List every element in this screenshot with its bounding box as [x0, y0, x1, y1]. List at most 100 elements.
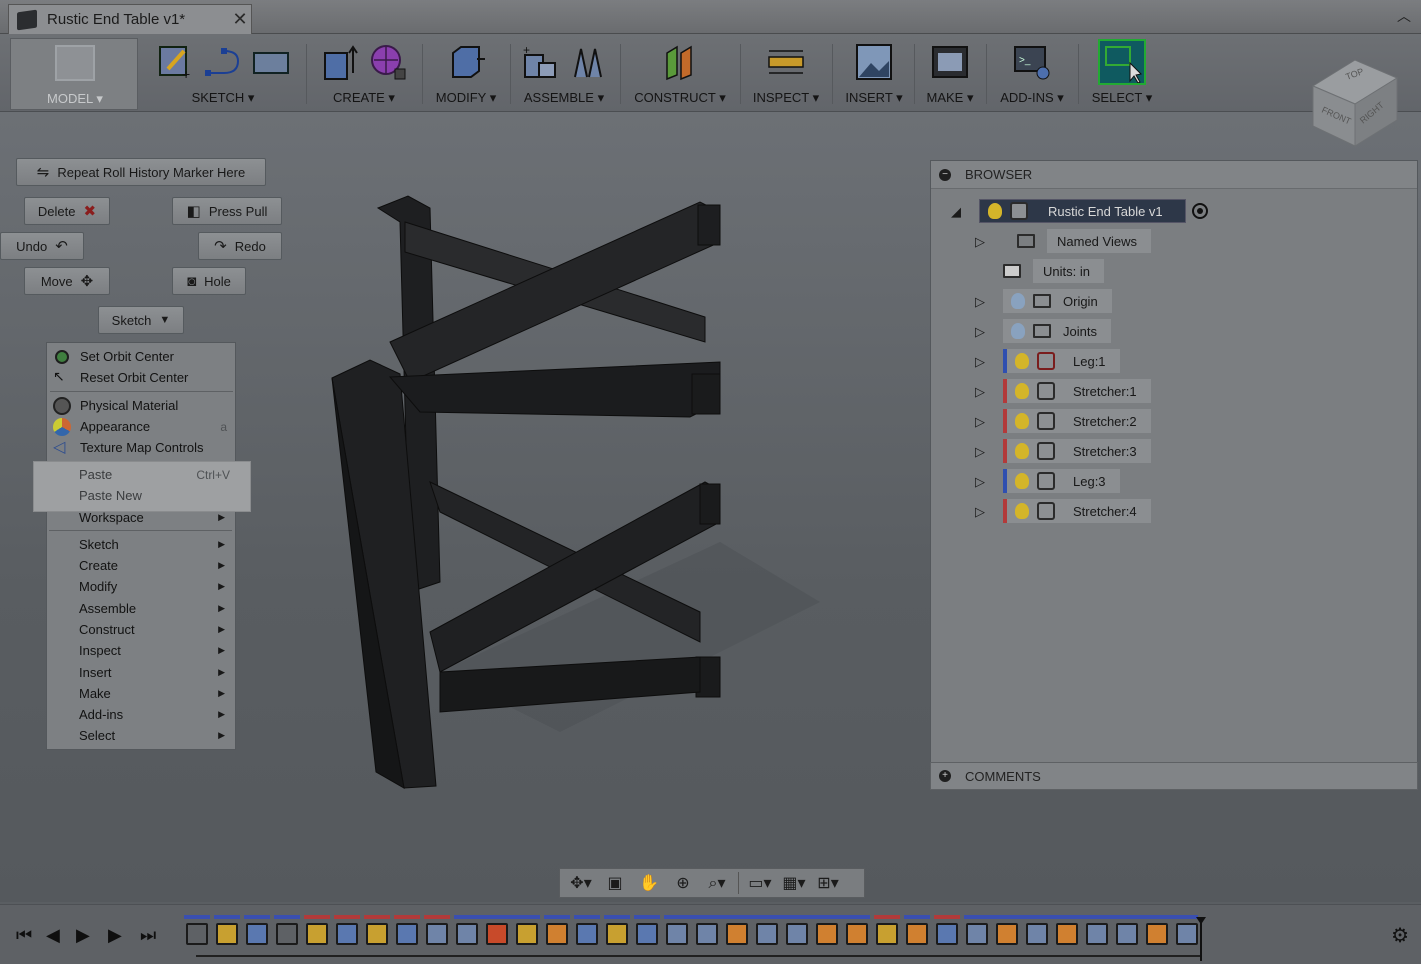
browser-node-joints[interactable]: ▷ Joints [975, 319, 1111, 343]
display-settings-icon[interactable]: ▭▾ [747, 873, 773, 893]
timeline-feature-as-built-joint[interactable] [726, 923, 748, 945]
pan-hand-icon[interactable]: ✋ [636, 873, 662, 893]
timeline-feature-joint[interactable] [756, 923, 778, 945]
line-icon[interactable] [204, 43, 242, 81]
timeline-feature-copy[interactable] [666, 923, 688, 945]
timeline-feature-component[interactable] [276, 923, 298, 945]
press-pull-button[interactable]: ◧ Press Pull [172, 197, 282, 225]
browser-node-leg-3[interactable]: ▷ Leg:3 [975, 469, 1120, 493]
repeat-roll-history-button[interactable]: ⇋ Repeat Roll History Marker Here [16, 158, 266, 186]
insert-group[interactable]: INSERT ▾ [838, 38, 910, 110]
browser-root-node[interactable]: ◢ Rustic End Table v1 [951, 199, 1208, 223]
timeline-feature-joint[interactable] [1086, 923, 1108, 945]
move-button[interactable]: Move ✥ [24, 267, 110, 295]
timeline-feature-extrude[interactable] [336, 923, 358, 945]
workspace-switcher-model[interactable]: MODEL ▾ [10, 38, 138, 110]
collapse-triangle-icon[interactable]: ◢ [951, 204, 965, 219]
look-at-icon[interactable]: ▣ [602, 873, 628, 893]
play-icon[interactable]: ▶ [108, 925, 122, 946]
visibility-bulb-icon[interactable] [1015, 353, 1029, 369]
sketch-group[interactable]: + SKETCH ▾ [148, 38, 298, 110]
close-tab-icon[interactable]: ✕ [229, 9, 251, 30]
timeline-feature-extrude[interactable] [636, 923, 658, 945]
modify-group[interactable]: MODIFY ▾ [428, 38, 504, 110]
timeline-feature-as-built-joint[interactable] [816, 923, 838, 945]
construct-group[interactable]: CONSTRUCT ▾ [628, 38, 732, 110]
timeline-feature-extrude[interactable] [936, 923, 958, 945]
undo-button[interactable]: Undo ↶ [0, 232, 84, 260]
timeline-feature-joint[interactable] [1176, 923, 1198, 945]
timeline-marker-handle[interactable] [1196, 917, 1206, 961]
document-tab[interactable]: Rustic End Table v1* ✕ [8, 4, 252, 34]
comments-panel[interactable]: + COMMENTS [930, 762, 1418, 790]
scripts-icon[interactable]: >_ [1013, 43, 1051, 81]
timeline-feature-copy[interactable] [966, 923, 988, 945]
fit-zoom-icon[interactable]: ⌕▾ [704, 873, 730, 893]
timeline-settings-gear-icon[interactable]: ⚙ [1391, 923, 1409, 948]
timeline-feature-extrude[interactable] [246, 923, 268, 945]
expand-triangle-icon[interactable]: ▷ [975, 384, 989, 399]
timeline-feature-sketch[interactable] [606, 923, 628, 945]
timeline-feature-copy[interactable] [1116, 923, 1138, 945]
sketch-dropdown-button[interactable]: Sketch ▼ [98, 306, 184, 334]
inspect-group[interactable]: INSPECT ▾ [748, 38, 824, 110]
timeline-feature-as-built-joint[interactable] [906, 923, 928, 945]
timeline-feature-ground[interactable] [486, 923, 508, 945]
browser-node-stretcher-4[interactable]: ▷ Stretcher:4 [975, 499, 1151, 523]
expand-comments-icon[interactable]: + [939, 770, 951, 782]
visibility-bulb-icon[interactable] [1015, 443, 1029, 459]
browser-node-leg-1[interactable]: ▷ Leg:1 [975, 349, 1120, 373]
visibility-bulb-icon[interactable] [988, 203, 1002, 219]
3d-print-icon[interactable] [931, 43, 969, 81]
menu-item-set-orbit-center[interactable]: Set Orbit Center [47, 346, 235, 367]
timeline-feature-as-built-joint[interactable] [1146, 923, 1168, 945]
assemble-group[interactable]: + ASSEMBLE ▾ [516, 38, 612, 110]
collapse-browser-icon[interactable]: − [939, 168, 951, 181]
timeline-feature-extrude[interactable] [396, 923, 418, 945]
make-group[interactable]: MAKE ▾ [918, 38, 982, 110]
activate-radio-icon[interactable] [1191, 203, 1208, 219]
timeline-feature-sketch[interactable] [366, 923, 388, 945]
insert-image-icon[interactable] [855, 43, 893, 81]
expand-triangle-icon[interactable]: ▷ [975, 294, 989, 309]
zoom-icon[interactable]: ⊕ [670, 873, 696, 893]
timeline-feature-as-built-joint[interactable] [546, 923, 568, 945]
joint-icon[interactable] [569, 43, 607, 81]
expand-triangle-icon[interactable]: ▷ [975, 504, 989, 519]
add-ins-group[interactable]: >_ ADD-INS ▾ [994, 38, 1070, 110]
timeline-feature-sketch[interactable] [306, 923, 328, 945]
visibility-bulb-icon[interactable] [1015, 503, 1029, 519]
timeline-feature-mirror[interactable] [426, 923, 448, 945]
menu-item-physical-material[interactable]: Physical Material [47, 395, 235, 416]
go-to-end-icon[interactable]: ⏭ [140, 925, 156, 946]
create-sketch-icon[interactable]: + [156, 43, 194, 81]
browser-node-stretcher-1[interactable]: ▷ Stretcher:1 [975, 379, 1151, 403]
visibility-bulb-icon[interactable] [1011, 293, 1025, 309]
visibility-bulb-icon[interactable] [1015, 383, 1029, 399]
offset-plane-icon[interactable] [661, 43, 699, 81]
visibility-bulb-icon[interactable] [1015, 413, 1029, 429]
extrude-icon[interactable] [321, 43, 359, 81]
redo-button[interactable]: ↷ Redo [198, 232, 282, 260]
expand-triangle-icon[interactable]: ▷ [975, 354, 989, 369]
press-pull-icon[interactable] [447, 43, 485, 81]
grid-settings-icon[interactable]: ▦▾ [781, 873, 807, 893]
expand-triangle-icon[interactable]: ▷ [975, 474, 989, 489]
browser-node-stretcher-2[interactable]: ▷ Stretcher:2 [975, 409, 1151, 433]
browser-header[interactable]: − BROWSER [931, 161, 1417, 189]
browser-node-named-views[interactable]: ▷ Named Views [975, 229, 1151, 253]
viewports-icon[interactable]: ⊞▾ [815, 873, 841, 893]
timeline-feature-as-built-joint[interactable] [1056, 923, 1078, 945]
menu-item-texture-map-controls[interactable]: ◁ Texture Map Controls [47, 437, 235, 458]
timeline-feature-sketch[interactable] [516, 923, 538, 945]
timeline-feature-as-built-joint[interactable] [846, 923, 868, 945]
visibility-bulb-icon[interactable] [1015, 473, 1029, 489]
visibility-bulb-icon[interactable] [1011, 323, 1025, 339]
rectangle-icon[interactable] [252, 43, 290, 81]
hole-button[interactable]: ◙ Hole [172, 267, 246, 295]
browser-node-units[interactable]: Units: in [1003, 259, 1104, 283]
timeline-feature-extrude[interactable] [576, 923, 598, 945]
orbit-icon[interactable]: ✥▾ [568, 873, 594, 893]
form-icon[interactable] [369, 43, 407, 81]
timeline-feature-joint[interactable] [696, 923, 718, 945]
